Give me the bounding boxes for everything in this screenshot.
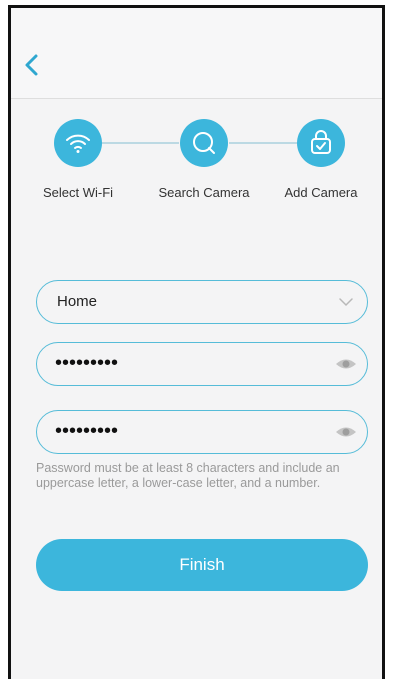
step-search-camera (180, 119, 228, 167)
confirm-password-value: ••••••••• (55, 420, 119, 442)
nav-bar (11, 8, 382, 99)
step-add-camera (297, 119, 345, 167)
password-value: ••••••••• (55, 352, 119, 374)
step-select-wifi (54, 119, 102, 167)
step-connector (229, 142, 297, 144)
finish-button[interactable]: Finish (36, 539, 368, 591)
step-connector (101, 142, 179, 144)
step-label-select-wifi: Select Wi-Fi (42, 185, 114, 200)
wifi-network-select[interactable]: Home (36, 280, 368, 324)
search-icon (193, 132, 215, 154)
chevron-down-icon (339, 298, 353, 307)
phone-screen: Select Wi-Fi Search Camera Add Camera Ho… (8, 5, 385, 679)
setup-stepper: Select Wi-Fi Search Camera Add Camera (11, 108, 382, 208)
lock-bag-icon (311, 130, 331, 154)
eye-icon[interactable] (335, 423, 357, 441)
confirm-password-field[interactable]: ••••••••• (36, 410, 368, 454)
step-label-add-camera: Add Camera (284, 185, 358, 200)
password-hint: Password must be at least 8 characters a… (36, 461, 340, 490)
wifi-icon (66, 134, 90, 153)
wifi-network-value: Home (57, 293, 98, 310)
wifi-password-field[interactable]: ••••••••• (36, 342, 368, 386)
chevron-left-icon (25, 54, 38, 76)
step-label-search-camera: Search Camera (158, 185, 250, 200)
eye-icon[interactable] (335, 355, 357, 373)
back-button[interactable] (21, 50, 45, 80)
